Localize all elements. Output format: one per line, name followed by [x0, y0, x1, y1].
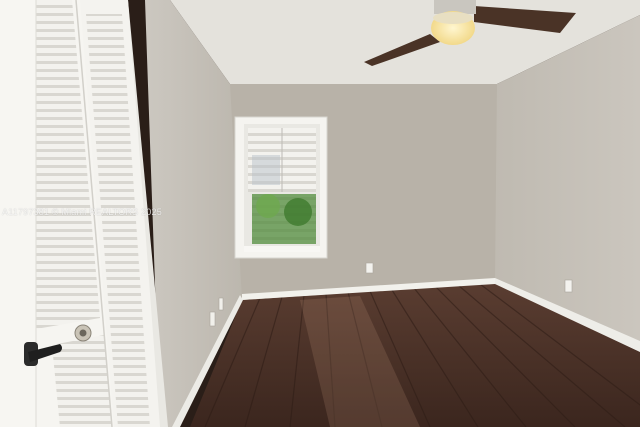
lock-icon [74, 324, 92, 342]
photo-watermark: A11797381 © Miami REALTORS 2025 [2, 207, 162, 217]
outlet-icon [564, 279, 573, 293]
outlet-icon [209, 311, 216, 327]
window [234, 116, 328, 259]
outlet-icon [365, 262, 374, 274]
room-photo: A11797381 © Miami REALTORS 2025 [0, 0, 640, 427]
outlet-icon [218, 297, 224, 311]
